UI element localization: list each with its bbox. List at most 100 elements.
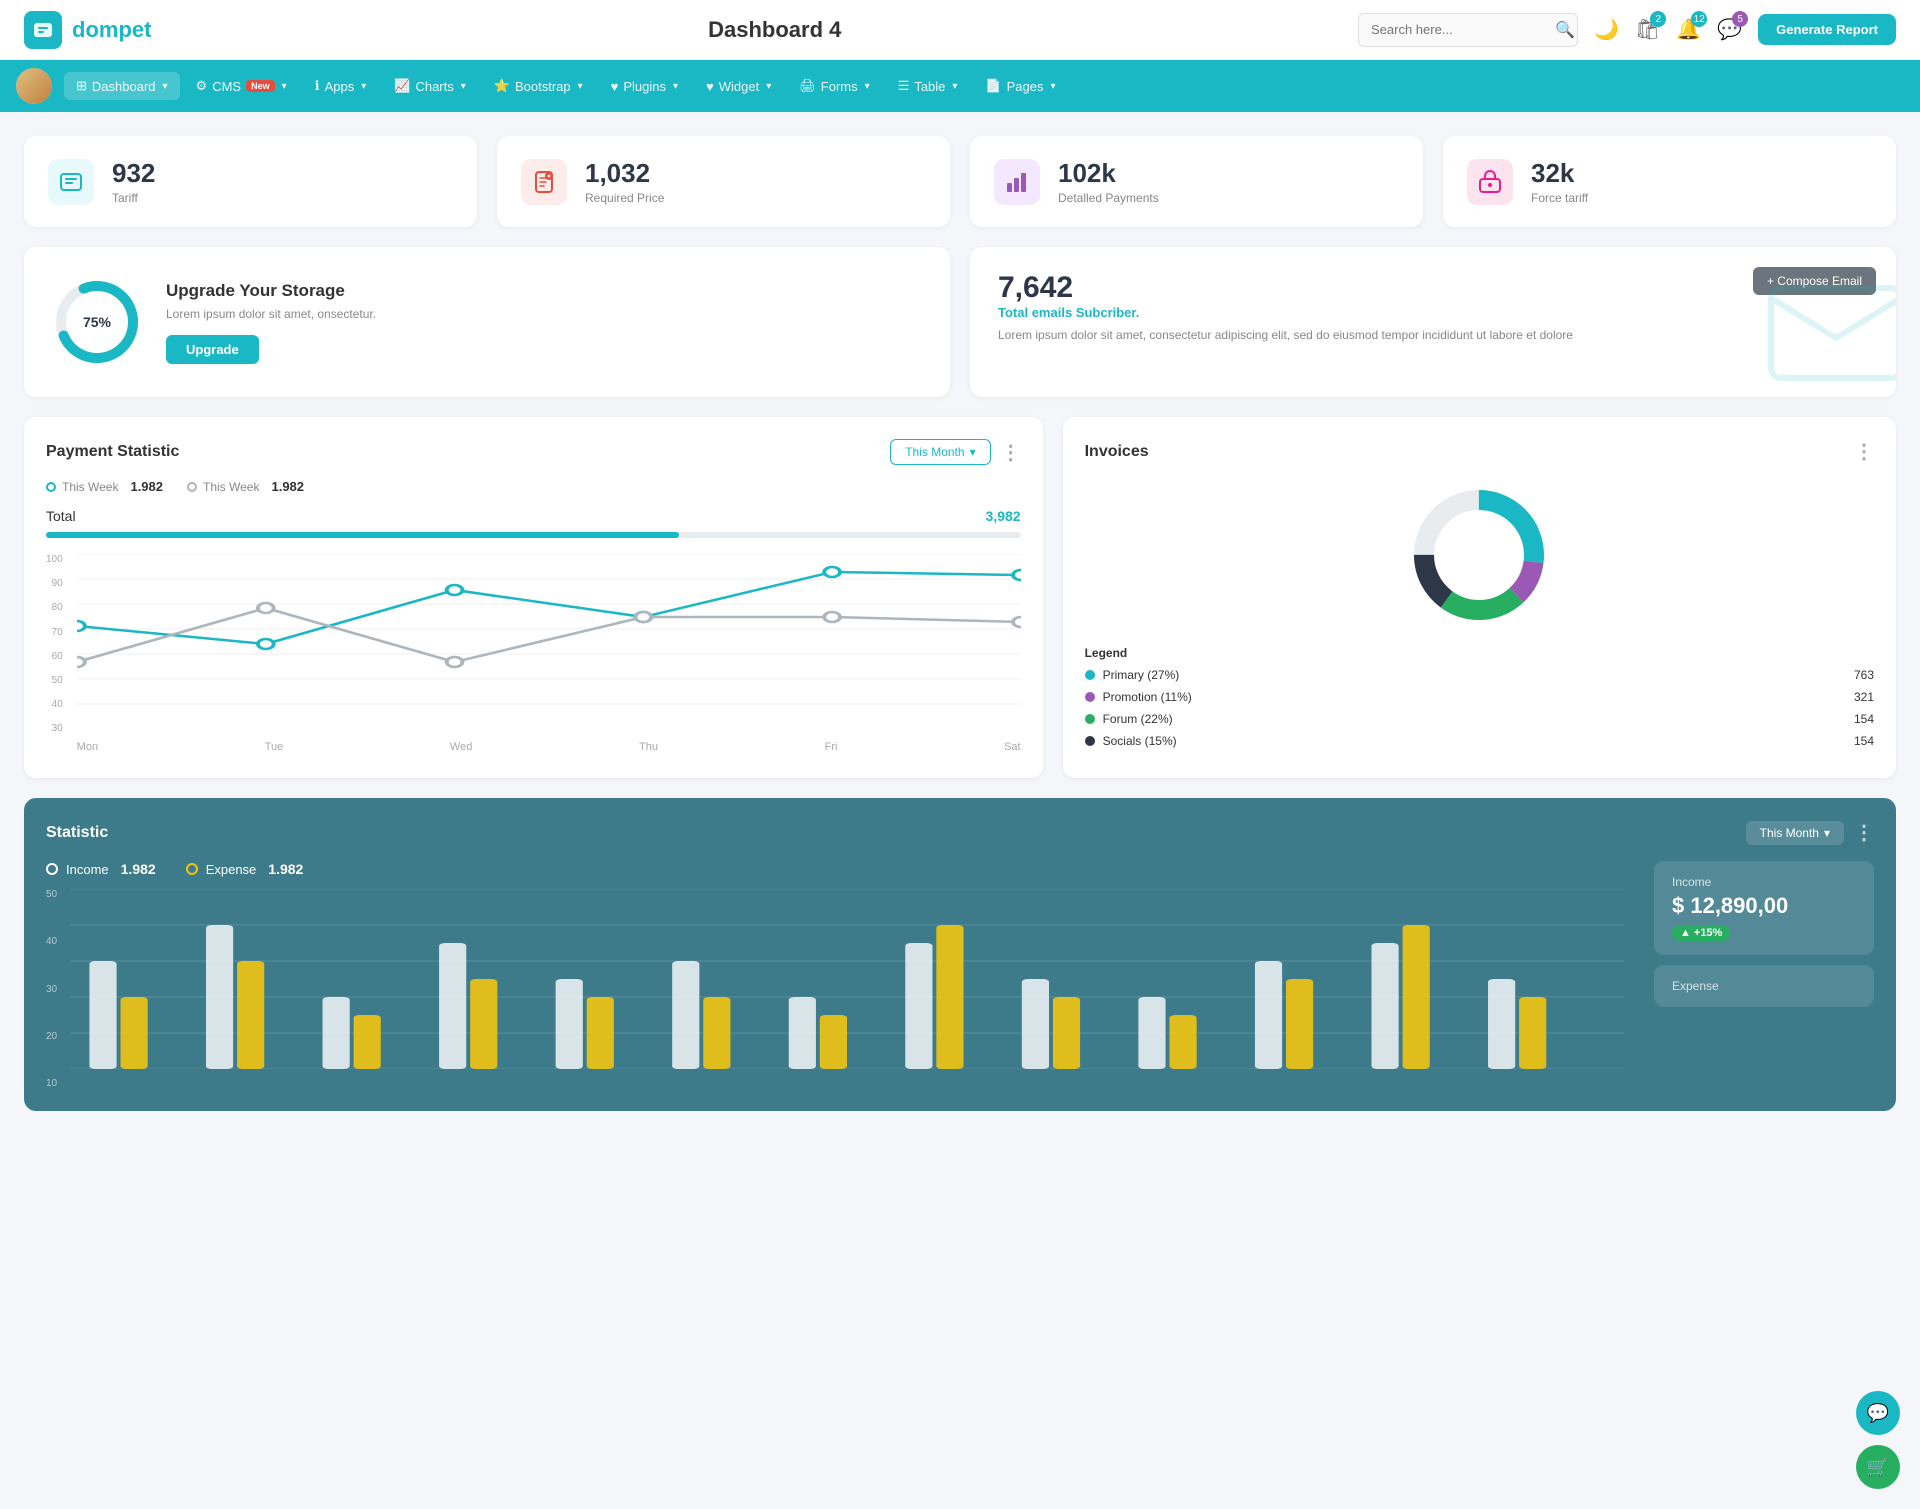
nav-label-apps: Apps [325, 79, 355, 94]
support-icon: 💬 [1867, 1403, 1889, 1424]
search-input[interactable] [1371, 22, 1547, 37]
required-price-icon [521, 159, 567, 205]
x-axis: Mon Tue Wed Thu Fri Sat [77, 741, 1021, 753]
expense-dot [186, 863, 198, 875]
detailed-payments-icon [994, 159, 1040, 205]
legend-title: Legend [1085, 646, 1874, 660]
cart-icon: 🛒 [1867, 1457, 1889, 1478]
progress-fill [46, 532, 679, 538]
chevron-down-icon: ▾ [1824, 826, 1830, 840]
statistic-month-filter-button[interactable]: This Month ▾ [1746, 821, 1844, 845]
force-tariff-value: 32k [1531, 158, 1588, 189]
moon-icon[interactable]: 🌙 [1594, 17, 1619, 42]
page-title: Dashboard 4 [708, 17, 841, 43]
stat-cards-row: 932 Tariff 1,032 Required Price [24, 136, 1896, 227]
search-icon[interactable]: 🔍 [1555, 20, 1575, 40]
forum-color [1085, 714, 1095, 724]
income-expense-row: Income 1.982 Expense 1.982 [46, 861, 1624, 877]
statistic-header: Statistic This Month ▾ ⋮ [46, 820, 1874, 845]
socials-label: Socials (15%) [1103, 734, 1177, 748]
invoices-legend-list: Primary (27%) 763 Promotion (11%) 321 Fo… [1085, 668, 1874, 748]
nav-label-cms: CMS [212, 79, 241, 94]
sidebar-item-bootstrap[interactable]: ⭐ Bootstrap ▾ [482, 72, 595, 100]
promotion-value: 321 [1854, 690, 1874, 704]
expense-item: Expense 1.982 [186, 861, 304, 877]
statistic-bar-chart: Income 1.982 Expense 1.982 50 40 30 [46, 861, 1624, 1089]
invoices-title: Invoices [1085, 443, 1149, 461]
list-item: Promotion (11%) 321 [1085, 690, 1874, 704]
sidebar-item-apps[interactable]: ℹ Apps ▾ [303, 72, 379, 100]
nav-label-forms: Forms [821, 79, 858, 94]
stat-card-required-price: 1,032 Required Price [497, 136, 950, 227]
logo-area: dompet [24, 11, 151, 49]
chart-total-value: 3,982 [986, 508, 1021, 524]
line-chart-area: 100 90 80 70 60 50 40 30 [46, 554, 1021, 753]
chevron-down-icon: ▾ [865, 81, 870, 92]
bell-icon[interactable]: 🔔 12 [1676, 17, 1701, 42]
forum-label: Forum (22%) [1103, 712, 1173, 726]
charts-row: Payment Statistic This Month ▾ ⋮ This We… [24, 417, 1896, 778]
promotion-label: Promotion (11%) [1103, 690, 1192, 704]
header-right: 🔍 🌙 🛍 2 🔔 12 💬 5 Generate Report [1358, 13, 1896, 47]
sidebar-item-plugins[interactable]: ♥ Plugins ▾ [599, 73, 690, 100]
income-panel-label: Income [1672, 875, 1856, 889]
logo-text: dompet [72, 17, 151, 43]
chevron-down-icon: ▾ [970, 445, 976, 459]
force-tariff-icon [1467, 159, 1513, 205]
income-badge-text: +15% [1694, 927, 1722, 939]
expense-value: 1.982 [268, 861, 303, 877]
chart-total-label: Total [46, 508, 76, 524]
nav-label-bootstrap: Bootstrap [515, 79, 571, 94]
email-description: Lorem ipsum dolor sit amet, consectetur … [998, 328, 1868, 342]
sidebar-item-forms[interactable]: 🖨 Forms ▾ [787, 72, 881, 100]
email-count: 7,642 [998, 271, 1868, 305]
main-content: 932 Tariff 1,032 Required Price [0, 112, 1920, 1135]
legend-this-week-2: This Week 1.982 [187, 479, 304, 494]
store-icon[interactable]: 🛍 2 [1635, 17, 1660, 42]
primary-value: 763 [1854, 668, 1874, 682]
sidebar-item-pages[interactable]: 📄 Pages ▾ [973, 72, 1067, 100]
navbar: ⊞ Dashboard ▾ ⚙ CMS New ▾ ℹ Apps ▾ 📈 Cha… [0, 60, 1920, 112]
sidebar-item-table[interactable]: ☰ Table ▾ [886, 72, 970, 100]
expense-label: Expense [206, 862, 257, 877]
stat-card-force-tariff: 32k Force tariff [1443, 136, 1896, 227]
nav-label-table: Table [914, 79, 945, 94]
arrow-up-icon: ▲ [1680, 927, 1691, 939]
generate-report-button[interactable]: Generate Report [1758, 14, 1896, 45]
statistic-controls: This Month ▾ ⋮ [1746, 820, 1874, 845]
statistic-menu[interactable]: ⋮ [1854, 820, 1874, 845]
filter-label: This Month [905, 445, 964, 459]
chat-icon[interactable]: 💬 5 [1717, 17, 1742, 42]
invoices-menu[interactable]: ⋮ [1854, 439, 1874, 464]
fab-area: 💬 🛒 [1856, 1391, 1900, 1489]
sidebar-item-widget[interactable]: ♥ Widget ▾ [694, 73, 783, 100]
payment-chart-menu[interactable]: ⋮ [1001, 440, 1021, 465]
logo-icon [24, 11, 62, 49]
search-box[interactable]: 🔍 [1358, 13, 1578, 47]
chevron-down-icon: ▾ [282, 81, 287, 92]
chevron-down-icon: ▾ [361, 81, 366, 92]
sidebar-item-dashboard[interactable]: ⊞ Dashboard ▾ [64, 72, 180, 100]
storage-card: 75% Upgrade Your Storage Lorem ipsum dol… [24, 247, 950, 397]
invoices-donut-chart [1085, 480, 1874, 630]
dashboard-icon: ⊞ [76, 78, 87, 94]
legend-dot-gray [187, 482, 197, 492]
table-icon: ☰ [898, 78, 910, 94]
legend-val-2: 1.982 [271, 479, 304, 494]
statistic-section: Statistic This Month ▾ ⋮ Income 1.982 [24, 798, 1896, 1111]
required-price-value: 1,032 [585, 158, 664, 189]
this-month-filter-button[interactable]: This Month ▾ [890, 439, 990, 465]
progress-bar [46, 532, 1021, 538]
cart-fab-button[interactable]: 🛒 [1856, 1445, 1900, 1489]
sidebar-item-cms[interactable]: ⚙ CMS New ▾ [184, 72, 299, 100]
stat-card-required-price-info: 1,032 Required Price [585, 158, 664, 205]
header: dompet Dashboard 4 🔍 🌙 🛍 2 🔔 12 💬 5 Gene… [0, 0, 1920, 60]
sidebar-item-charts[interactable]: 📈 Charts ▾ [382, 72, 478, 100]
stat-card-tariff: 932 Tariff [24, 136, 477, 227]
compose-email-button[interactable]: + Compose Email [1753, 267, 1876, 295]
detailed-payments-value: 102k [1058, 158, 1159, 189]
support-fab-button[interactable]: 💬 [1856, 1391, 1900, 1435]
month-filter-label: This Month [1760, 826, 1819, 840]
upgrade-button[interactable]: Upgrade [166, 335, 259, 364]
charts-icon: 📈 [394, 78, 410, 94]
